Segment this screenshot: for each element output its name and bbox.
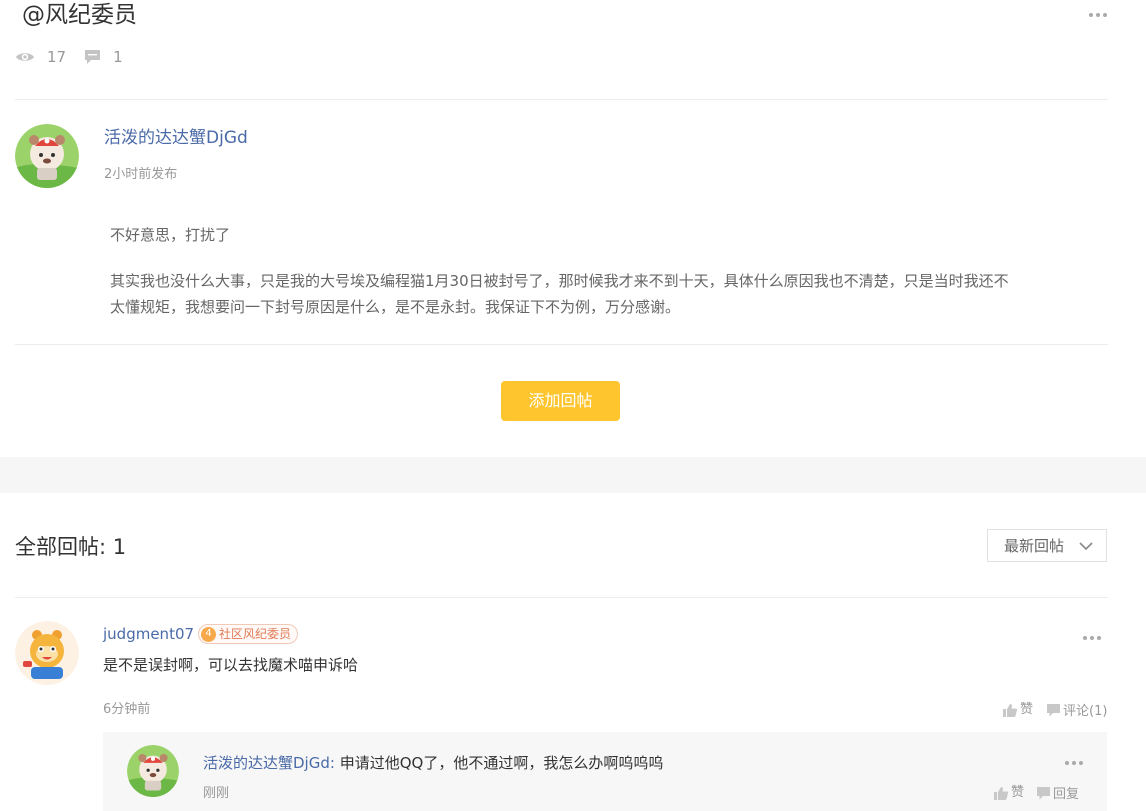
post-paragraph: 不好意思，打扰了 bbox=[110, 226, 231, 244]
thumbs-up-icon bbox=[994, 786, 1009, 800]
post-more-icon[interactable] bbox=[1088, 8, 1108, 18]
sub-reply-time: 刚刚 bbox=[203, 786, 230, 801]
sub-reply-label: 回复 bbox=[1053, 787, 1080, 802]
replies-section: 全部回帖: 1 最新回帖 judgment07 4 社区风纪委员 是不是误封啊，… bbox=[0, 493, 1146, 811]
post-stats: 17 1 bbox=[15, 47, 141, 67]
reply-time: 6分钟前 bbox=[103, 702, 151, 717]
chevron-down-icon bbox=[1079, 542, 1093, 551]
author-avatar[interactable] bbox=[15, 124, 79, 188]
divider bbox=[15, 99, 1108, 100]
divider bbox=[15, 597, 1108, 598]
badge-level: 4 bbox=[201, 626, 217, 642]
views-stat: 17 bbox=[15, 48, 66, 66]
sub-reply-avatar[interactable] bbox=[127, 745, 179, 797]
sub-reply-author[interactable]: 活泼的达达蟹DjGd bbox=[203, 754, 330, 772]
post-content: 不好意思，打扰了 其实我也没什么大事，只是我的大号埃及编程猫1月30日被封号了，… bbox=[110, 222, 1020, 340]
comment-label: 评论(1) bbox=[1063, 704, 1108, 719]
replies-heading: 全部回帖: 1 bbox=[15, 535, 127, 559]
reply-author-row: judgment07 4 社区风纪委员 bbox=[103, 623, 299, 645]
post-title: @风纪委员 bbox=[22, 2, 137, 28]
comments-stat: 1 bbox=[84, 48, 123, 66]
comment-icon bbox=[1037, 786, 1050, 799]
author-name[interactable]: 活泼的达达蟹DjGd bbox=[104, 126, 248, 150]
reply-text: 是不是误封啊，可以去找魔术喵申诉哈 bbox=[103, 656, 359, 674]
reply-author-name[interactable]: judgment07 bbox=[103, 623, 194, 645]
role-badge: 4 社区风纪委员 bbox=[198, 624, 299, 644]
comments-count: 1 bbox=[113, 48, 123, 66]
sort-selected-value: 最新回帖 bbox=[1004, 537, 1065, 555]
eye-icon bbox=[16, 53, 34, 61]
thumbs-up-icon bbox=[1003, 703, 1018, 717]
like-button[interactable]: 赞 bbox=[1002, 701, 1033, 719]
views-count: 17 bbox=[47, 48, 67, 66]
reply-avatar[interactable] bbox=[15, 621, 79, 685]
sub-like-label: 赞 bbox=[1011, 785, 1025, 800]
comment-icon bbox=[1047, 703, 1060, 716]
sub-like-button[interactable]: 赞 bbox=[993, 784, 1024, 802]
sub-reply-text: 申请过他QQ了，他不通过啊，我怎么办啊呜呜呜 bbox=[339, 754, 664, 772]
sub-reply-line: 活泼的达达蟹DjGd: 申请过他QQ了，他不通过啊，我怎么办啊呜呜呜 bbox=[203, 752, 663, 774]
post-time: 2小时前发布 bbox=[104, 167, 178, 182]
badge-label: 社区风纪委员 bbox=[219, 627, 292, 641]
sub-reply-button[interactable]: 回复 bbox=[1036, 782, 1079, 804]
sub-reply: 活泼的达达蟹DjGd: 申请过他QQ了，他不通过啊，我怎么办啊呜呜呜 刚刚 赞 … bbox=[103, 732, 1107, 811]
reply-more-icon[interactable] bbox=[1082, 631, 1102, 641]
sub-reply-more-icon[interactable] bbox=[1064, 756, 1084, 766]
comment-button[interactable]: 评论(1) bbox=[1046, 699, 1107, 721]
divider bbox=[15, 344, 1108, 345]
comment-bubble-icon bbox=[85, 50, 101, 64]
like-label: 赞 bbox=[1020, 702, 1034, 717]
post-paragraph: 其实我也没什么大事，只是我的大号埃及编程猫1月30日被封号了，那时候我才来不到十… bbox=[110, 272, 1009, 316]
sub-reply-separator: : bbox=[329, 754, 340, 772]
section-gap bbox=[0, 457, 1146, 493]
add-reply-button[interactable]: 添加回帖 bbox=[501, 381, 620, 421]
post-card: @风纪委员 17 1 活泼的达达蟹DjGd 2小时前发布 不好意思，打扰了 其实… bbox=[0, 0, 1146, 457]
sort-dropdown[interactable]: 最新回帖 bbox=[987, 529, 1107, 562]
